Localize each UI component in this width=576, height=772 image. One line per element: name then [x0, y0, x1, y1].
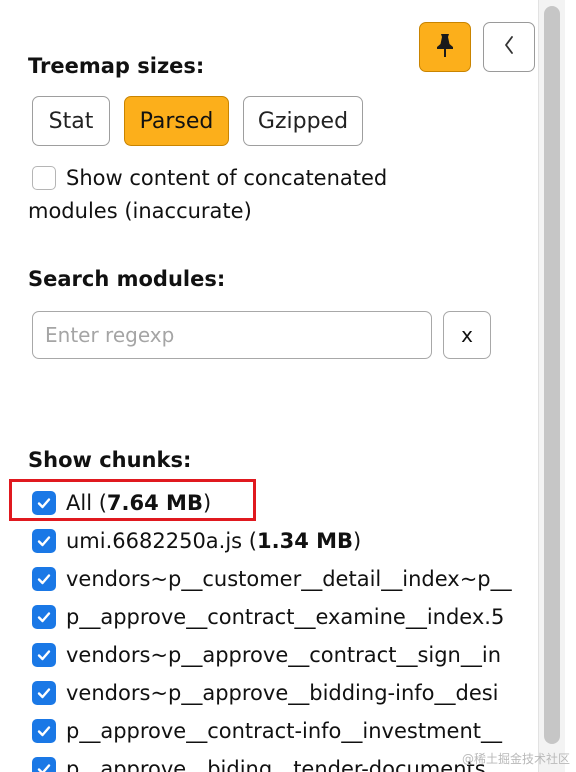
- chunk-name: vendors~p__customer__detail__index~p__: [66, 567, 512, 591]
- chevron-left-icon: [501, 33, 517, 61]
- pin-button[interactable]: [419, 22, 471, 72]
- chunk-item[interactable]: vendors~p__approve__bidding-info__desi: [32, 679, 499, 707]
- chunk-size-open: (: [242, 529, 257, 553]
- sidebar-panel: Treemap sizes: Stat Parsed Gzipped Show …: [0, 0, 540, 772]
- parsed-size-button[interactable]: Parsed: [124, 96, 229, 146]
- pin-icon: [434, 32, 456, 62]
- concat-content-label: Show content of concatenated modules (in…: [28, 166, 388, 223]
- search-input[interactable]: [32, 311, 432, 359]
- chunk-name: vendors~p__approve__bidding-info__desi: [66, 681, 499, 705]
- chunk-name: p__approve__contract-info__investment__: [66, 719, 502, 743]
- collapse-sidebar-button[interactable]: [483, 22, 535, 72]
- watermark: @稀土掘金技术社区: [462, 752, 571, 766]
- chunk-name: umi.6682250a.js: [66, 529, 243, 553]
- check-icon: [37, 650, 51, 661]
- chunk-size-close: ): [353, 529, 362, 553]
- check-icon: [37, 574, 51, 585]
- checkbox-checked[interactable]: [32, 605, 56, 629]
- gzipped-size-button[interactable]: Gzipped: [243, 96, 363, 146]
- checkbox-checked[interactable]: [32, 719, 56, 743]
- show-chunks-heading: Show chunks:: [28, 448, 192, 472]
- checkbox-checked[interactable]: [32, 757, 56, 772]
- clear-search-button[interactable]: x: [443, 311, 491, 359]
- search-modules-heading: Search modules:: [28, 267, 226, 291]
- checkbox-checked[interactable]: [32, 681, 56, 705]
- chunk-name: p__approve__contract__examine__index.5: [66, 605, 505, 629]
- chunk-item[interactable]: p__approve__contract__examine__index.5: [32, 603, 504, 631]
- checkbox-checked[interactable]: [32, 567, 56, 591]
- chunk-name: p__approve__biding__tender-documents: [66, 757, 486, 772]
- check-icon: [37, 536, 51, 547]
- check-icon: [37, 612, 51, 623]
- chunk-item[interactable]: p__approve__contract-info__investment__: [32, 717, 502, 745]
- checkbox-checked[interactable]: [32, 643, 56, 667]
- chunk-size: 1.34 MB: [257, 529, 354, 553]
- chunk-item[interactable]: vendors~p__approve__contract__sign__in: [32, 641, 501, 669]
- check-icon: [37, 688, 51, 699]
- chunk-item[interactable]: p__approve__biding__tender-documents: [32, 755, 486, 772]
- checkbox-checked[interactable]: [32, 529, 56, 553]
- chunk-name: vendors~p__approve__contract__sign__in: [66, 643, 502, 667]
- treemap-sizes-heading: Treemap sizes:: [28, 54, 205, 78]
- check-icon: [37, 764, 51, 772]
- stat-size-button[interactable]: Stat: [32, 96, 110, 146]
- scrollbar-thumb[interactable]: [544, 6, 560, 744]
- chunk-item[interactable]: vendors~p__customer__detail__index~p__: [32, 565, 512, 593]
- check-icon: [37, 726, 51, 737]
- highlight-box: [9, 479, 256, 521]
- chunk-item[interactable]: umi.6682250a.js (1.34 MB): [32, 527, 361, 555]
